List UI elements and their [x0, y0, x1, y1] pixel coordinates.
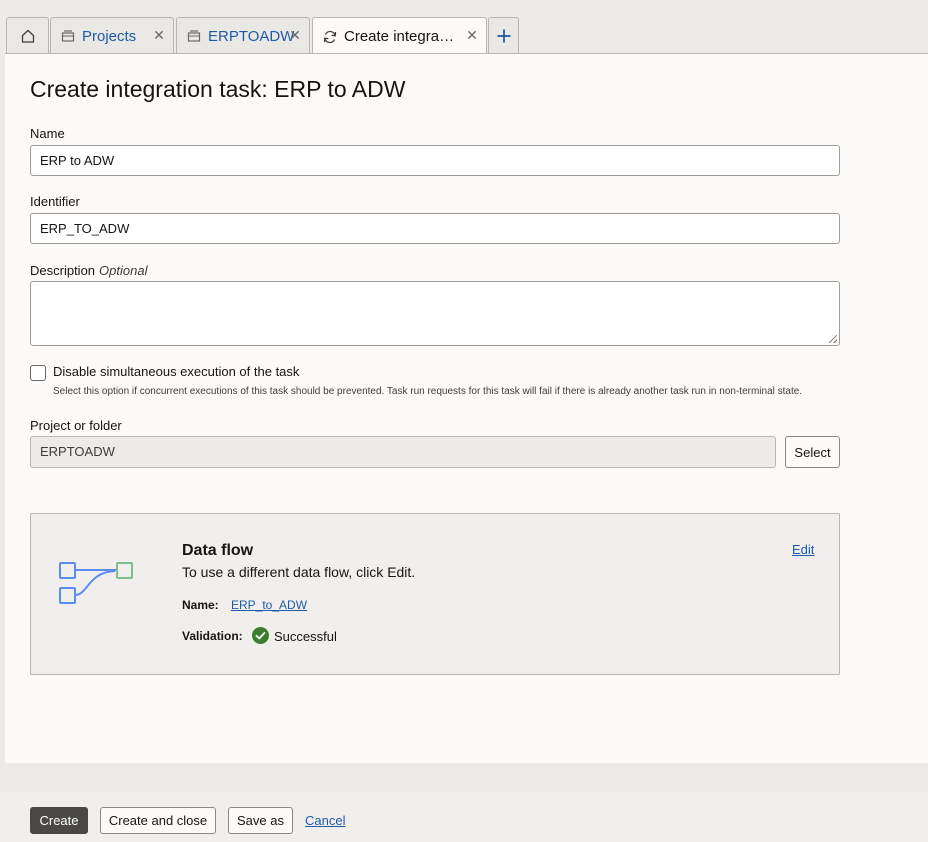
- tab-bar: Projects ✕ ERPTOADW ✕ Create integrati..…: [0, 0, 928, 55]
- tab-erptoadw[interactable]: ERPTOADW ✕: [176, 17, 310, 54]
- edit-data-flow-link[interactable]: Edit: [792, 542, 814, 557]
- cancel-link[interactable]: Cancel: [305, 813, 345, 828]
- tab-label: Projects: [82, 27, 137, 45]
- data-flow-title: Data flow: [182, 542, 254, 559]
- tab-label: ERPTOADW: [208, 27, 295, 45]
- success-check-icon: [252, 627, 269, 644]
- home-icon: [21, 29, 34, 43]
- description-label: Description Optional: [30, 263, 147, 278]
- resize-handle[interactable]: [829, 335, 837, 343]
- validation-label: Validation:: [182, 629, 243, 643]
- disable-simultaneous-checkbox[interactable]: [30, 365, 46, 381]
- name-label: Name: [30, 126, 65, 141]
- disable-simultaneous-help: Select this option if concurrent executi…: [53, 386, 803, 397]
- page-title: Create integration task: ERP to ADW: [30, 76, 406, 102]
- data-flow-subtitle: To use a different data flow, click Edit…: [182, 564, 416, 580]
- project-icon: [186, 28, 202, 44]
- validation-status: Successful: [274, 629, 337, 644]
- description-field[interactable]: [30, 281, 840, 346]
- identifier-label: Identifier: [30, 194, 80, 209]
- project-label: Project or folder: [30, 418, 122, 433]
- footer-bar: Create Create and close Save as Cancel: [0, 792, 928, 842]
- project-field: ERPTOADW: [30, 436, 776, 468]
- project-icon: [60, 28, 76, 44]
- close-icon[interactable]: ✕: [289, 28, 301, 42]
- tab-projects[interactable]: Projects ✕: [50, 17, 174, 54]
- disable-simultaneous-label: Disable simultaneous execution of the ta…: [53, 364, 300, 379]
- main-panel: Create integration task: ERP to ADW Name…: [5, 53, 928, 763]
- data-flow-name-label: Name:: [182, 598, 219, 612]
- tab-create-integration[interactable]: Create integrati... ✕: [312, 17, 487, 55]
- optional-hint: Optional: [99, 263, 148, 278]
- tab-label: Create integrati...: [344, 28, 458, 45]
- name-field[interactable]: ERP to ADW: [30, 145, 840, 176]
- create-and-close-button[interactable]: Create and close: [100, 807, 216, 834]
- description-label-text: Description: [30, 263, 96, 278]
- save-as-button[interactable]: Save as: [228, 807, 293, 834]
- refresh-icon: [322, 29, 338, 45]
- close-icon[interactable]: ✕: [153, 28, 165, 42]
- create-button[interactable]: Create: [30, 807, 88, 834]
- data-flow-card: Data flow To use a different data flow, …: [30, 513, 840, 675]
- tab-home[interactable]: [6, 17, 49, 54]
- identifier-field[interactable]: ERP_TO_ADW: [30, 213, 840, 244]
- close-icon[interactable]: ✕: [466, 28, 478, 42]
- select-project-button[interactable]: Select: [785, 436, 840, 468]
- plus-icon: [497, 29, 510, 43]
- data-flow-icon: [59, 562, 133, 604]
- add-tab-button[interactable]: [488, 17, 519, 54]
- data-flow-name-link[interactable]: ERP_to_ADW: [231, 598, 307, 612]
